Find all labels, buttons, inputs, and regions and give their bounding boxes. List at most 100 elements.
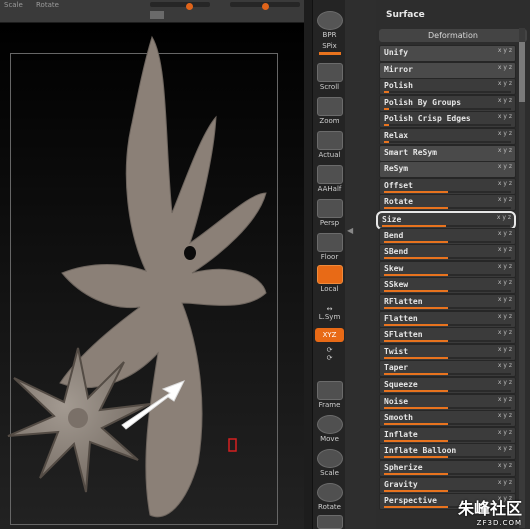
axis-toggle-icon[interactable]: x y z — [498, 296, 512, 303]
row-slider-track[interactable] — [384, 356, 511, 359]
deformation-row-offset[interactable]: Offset x y z — [379, 177, 516, 195]
axis-toggle-icon[interactable]: x y z — [498, 396, 512, 403]
row-slider-track[interactable] — [384, 390, 511, 392]
axis-toggle-icon[interactable]: x y z — [497, 214, 511, 221]
slider-knob[interactable] — [186, 3, 193, 10]
deformation-row-polish-crisp-edges[interactable]: Polish Crisp Edges x y z — [379, 111, 516, 129]
lsym-button[interactable]: ↔ L.Sym — [315, 302, 344, 324]
scroll-button[interactable]: Scroll — [315, 62, 344, 92]
topbar-slider-b[interactable] — [230, 2, 300, 10]
slider-knob[interactable] — [262, 3, 269, 10]
deformation-row-relax[interactable]: Relax x y z — [379, 128, 516, 145]
axis-toggle-icon[interactable]: x y z — [498, 462, 512, 469]
axis-toggle-icon[interactable]: x y z — [498, 80, 512, 87]
deformation-row-sbend[interactable]: SBend x y z — [379, 244, 516, 262]
row-slider-track[interactable] — [384, 307, 511, 309]
axis-toggle-icon[interactable]: x y z — [498, 346, 512, 353]
deformation-row-twist[interactable]: Twist x y z — [379, 343, 516, 361]
axis-toggle-icon[interactable]: x y z — [498, 163, 512, 170]
deformation-header[interactable]: Deformation — [379, 29, 527, 42]
rotation-axis-buttons[interactable]: ⟳ ⟳ — [315, 346, 344, 374]
row-slider-track[interactable] — [384, 273, 511, 276]
scrollbar-thumb[interactable] — [519, 42, 525, 102]
deformation-row-polish-by-groups[interactable]: Polish By Groups x y z — [379, 94, 516, 112]
viewport-canvas[interactable] — [0, 23, 304, 529]
row-slider-track[interactable] — [384, 473, 511, 475]
axis-toggle-icon[interactable]: x y z — [498, 313, 512, 320]
row-slider-track[interactable] — [384, 141, 511, 143]
axis-toggle-icon[interactable]: x y z — [498, 64, 512, 71]
axis-toggle-icon[interactable]: x y z — [498, 97, 512, 104]
axis-toggle-icon[interactable]: x y z — [498, 196, 512, 203]
row-slider-track[interactable] — [384, 489, 511, 492]
deformation-row-taper[interactable]: Taper x y z — [379, 360, 516, 378]
row-slider-track[interactable] — [384, 423, 511, 426]
deformation-row-flatten[interactable]: Flatten x y z — [379, 310, 516, 328]
frame-button[interactable]: Frame — [315, 380, 344, 410]
row-slider-track[interactable] — [384, 406, 511, 409]
axis-toggle-icon[interactable]: x y z — [498, 379, 512, 386]
axis-toggle-icon[interactable]: x y z — [498, 412, 512, 419]
deformation-row-bend[interactable]: Bend x y z — [379, 227, 516, 245]
deformation-row-sflatten[interactable]: SFlatten x y z — [379, 327, 516, 345]
row-slider-track[interactable] — [384, 107, 511, 110]
spix-slider[interactable]: SPix — [315, 42, 344, 60]
deformation-row-polish[interactable]: Polish x y z — [379, 78, 516, 96]
panel-scrollbar[interactable] — [519, 28, 525, 528]
grid-button[interactable] — [315, 514, 344, 529]
deformation-row-smooth[interactable]: Smooth x y z — [379, 410, 516, 428]
topbar-chip[interactable] — [150, 11, 164, 19]
row-slider-track[interactable] — [384, 207, 511, 210]
axis-toggle-icon[interactable]: x y z — [498, 263, 512, 270]
deformation-row-noise[interactable]: Noise x y z — [379, 393, 516, 411]
deformation-row-rotate[interactable]: Rotate x y z — [379, 194, 516, 212]
row-slider-track[interactable] — [384, 240, 511, 243]
row-slider-track[interactable] — [384, 290, 511, 293]
collapse-arrow-icon[interactable]: ◀ — [347, 226, 353, 242]
deformation-row-spherize[interactable]: Spherize x y z — [379, 460, 516, 477]
move-button[interactable]: Move — [315, 414, 344, 444]
axis-toggle-icon[interactable]: x y z — [498, 246, 512, 253]
deformation-row-squeeze[interactable]: Squeeze x y z — [379, 377, 516, 394]
floor-button[interactable]: Floor — [315, 232, 344, 262]
axis-toggle-icon[interactable]: x y z — [498, 362, 512, 369]
axis-toggle-icon[interactable]: x y z — [498, 479, 512, 486]
persp-button[interactable]: Persp — [315, 198, 344, 228]
axis-toggle-icon[interactable]: x y z — [498, 329, 512, 336]
row-slider-track[interactable] — [384, 91, 511, 94]
axis-toggle-icon[interactable]: x y z — [498, 180, 512, 187]
zoom-button[interactable]: Zoom — [315, 96, 344, 126]
axis-toggle-icon[interactable]: x y z — [498, 47, 512, 54]
axis-toggle-icon[interactable]: x y z — [498, 279, 512, 286]
aahalf-button[interactable]: AAHalf — [315, 164, 344, 194]
bpr-button[interactable]: BPR — [315, 10, 344, 40]
local-button[interactable]: Local — [315, 264, 344, 294]
axis-toggle-icon[interactable]: x y z — [498, 445, 512, 452]
deformation-row-skew[interactable]: Skew x y z — [379, 260, 516, 278]
row-slider-track[interactable] — [384, 257, 511, 260]
scale-button[interactable]: Scale — [315, 448, 344, 478]
row-slider-track[interactable] — [384, 124, 511, 127]
deformation-row-rflatten[interactable]: RFlatten x y z — [379, 294, 516, 311]
axis-toggle-icon[interactable]: x y z — [498, 230, 512, 237]
axis-toggle-icon[interactable]: x y z — [498, 147, 512, 154]
axis-toggle-icon[interactable]: x y z — [498, 113, 512, 120]
row-slider-track[interactable] — [384, 456, 511, 459]
deformation-row-inflate-balloon[interactable]: Inflate Balloon x y z — [379, 443, 516, 461]
row-slider-track[interactable] — [384, 439, 511, 442]
deformation-row-smart-resym[interactable]: Smart ReSym x y z — [379, 144, 516, 162]
panel-title[interactable]: Surface — [386, 10, 425, 20]
axis-toggle-icon[interactable]: x y z — [498, 429, 512, 436]
deformation-row-gravity[interactable]: Gravity x y z — [379, 476, 516, 494]
deformation-row-unify[interactable]: Unify x y z — [379, 45, 516, 62]
row-slider-track[interactable] — [384, 373, 511, 376]
deformation-row-mirror[interactable]: Mirror x y z — [379, 61, 516, 79]
topbar-slider-a[interactable] — [150, 2, 210, 10]
row-slider-track[interactable] — [382, 225, 510, 227]
deformation-row-sskew[interactable]: SSkew x y z — [379, 277, 516, 295]
row-slider-track[interactable] — [384, 190, 511, 193]
deformation-row-inflate[interactable]: Inflate x y z — [379, 426, 516, 444]
rotate-button[interactable]: Rotate — [315, 482, 344, 512]
actual-button[interactable]: Actual — [315, 130, 344, 160]
axis-toggle-icon[interactable]: x y z — [498, 130, 512, 137]
